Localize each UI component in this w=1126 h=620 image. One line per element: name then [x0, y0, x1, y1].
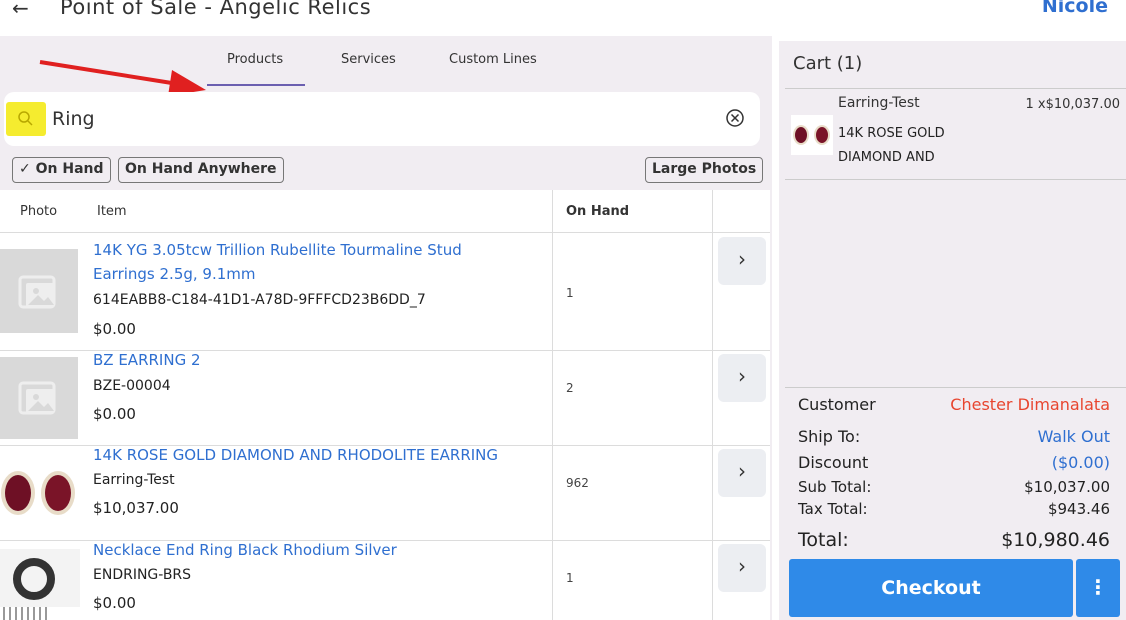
table-row[interactable]: 14K ROSE GOLD DIAMOND AND RHODOLITE EARR…	[0, 446, 770, 540]
clear-search-icon[interactable]	[722, 105, 748, 131]
column-header-on-hand[interactable]: On Hand	[566, 190, 629, 232]
cart-panel: Cart (1) Earring-Test 1 x$10,037.00 14K …	[779, 41, 1126, 620]
on-hand-count: 962	[566, 476, 589, 490]
app-header: ← Point of Sale - Angelic Relics Nicole	[0, 0, 1126, 36]
divider	[785, 387, 1126, 388]
customer-link[interactable]: Chester Dimanalata	[950, 395, 1110, 414]
check-icon: ✓	[19, 161, 31, 177]
product-price: $0.00	[93, 594, 136, 612]
end-ring-photo	[0, 549, 80, 620]
more-options-icon[interactable]: ⋮	[1076, 559, 1120, 617]
search-icon[interactable]	[6, 102, 46, 136]
user-name-link[interactable]: Nicole	[1042, 0, 1108, 17]
total-label: Total:	[798, 529, 849, 551]
chevron-right-icon[interactable]: ›	[718, 354, 766, 402]
subtotal-label: Sub Total:	[798, 478, 872, 496]
product-price: $0.00	[93, 405, 136, 423]
column-header-item: Item	[97, 204, 127, 219]
cart-item-qty-price: 1 x$10,037.00	[1025, 97, 1120, 112]
customer-label: Customer	[798, 395, 876, 414]
product-price: $0.00	[93, 320, 136, 338]
ship-to-link[interactable]: Walk Out	[1038, 427, 1110, 446]
on-hand-count: 1	[566, 286, 574, 300]
active-tab-indicator	[207, 84, 305, 86]
tax-total-value: $943.46	[1047, 500, 1110, 518]
product-sku: Earring-Test	[93, 472, 175, 488]
tax-total-label: Tax Total:	[798, 500, 868, 518]
tab-products[interactable]: Products	[227, 52, 283, 67]
product-name-link[interactable]: 14K ROSE GOLD DIAMOND AND RHODOLITE EARR…	[93, 443, 533, 467]
large-photos-toggle[interactable]: Large Photos	[645, 157, 764, 183]
on-hand-filter-chip[interactable]: ✓ On Hand	[12, 157, 111, 183]
product-sku: 614EABB8-C184-41D1-A78D-9FFFCD23B6DD_7	[93, 292, 426, 308]
discount-link[interactable]: ($0.00)	[1052, 453, 1110, 472]
search-bar	[4, 92, 760, 146]
cart-title: Cart (1)	[793, 53, 863, 74]
tab-bar: Products Services Custom Lines	[0, 36, 772, 96]
on-hand-count: 2	[566, 381, 574, 395]
column-header-photo: Photo	[20, 204, 58, 219]
product-table: Photo Item On Hand 14K YG 3.05tcw Trilli…	[0, 190, 770, 620]
table-row[interactable]: BZ EARRING 2 BZE-00004 $0.00 2 ›	[0, 351, 770, 445]
product-panel: Products Services Custom Lines ✓ On Hand…	[0, 36, 772, 620]
on-hand-anywhere-filter-chip[interactable]: On Hand Anywhere	[118, 157, 284, 183]
product-name-link[interactable]: 14K YG 3.05tcw Trillion Rubellite Tourma…	[93, 238, 533, 286]
subtotal-value: $10,037.00	[1024, 478, 1110, 496]
discount-label: Discount	[798, 453, 869, 472]
page-title: Point of Sale - Angelic Relics	[60, 0, 372, 19]
table-row[interactable]: 14K YG 3.05tcw Trillion Rubellite Tourma…	[0, 233, 770, 350]
cart-item-thumbnail	[791, 115, 833, 155]
table-row[interactable]: Necklace End Ring Black Rhodium Silver E…	[0, 541, 770, 620]
tab-services[interactable]: Services	[341, 52, 396, 67]
cart-item-description: 14K ROSE GOLD DIAMOND AND	[838, 126, 945, 165]
product-sku: BZE-00004	[93, 378, 171, 394]
product-price: $10,037.00	[93, 499, 179, 517]
back-arrow-icon[interactable]: ←	[12, 0, 29, 20]
product-name-link[interactable]: Necklace End Ring Black Rhodium Silver	[93, 538, 533, 562]
search-input[interactable]	[52, 103, 652, 135]
chevron-right-icon[interactable]: ›	[718, 449, 766, 497]
earring-photo	[0, 460, 80, 526]
product-name-link[interactable]: BZ EARRING 2	[93, 348, 533, 372]
checkout-button[interactable]: Checkout	[789, 559, 1073, 617]
on-hand-filter-label: On Hand	[35, 161, 104, 177]
tab-custom-lines[interactable]: Custom Lines	[449, 52, 537, 67]
image-placeholder-icon	[0, 249, 78, 333]
on-hand-count: 1	[566, 571, 574, 585]
image-placeholder-icon	[0, 357, 78, 439]
chevron-right-icon[interactable]: ›	[718, 237, 766, 285]
cart-item-name: Earring-Test	[838, 95, 920, 111]
product-sku: ENDRING-BRS	[93, 567, 192, 583]
chevron-right-icon[interactable]: ›	[718, 544, 766, 592]
ship-to-label: Ship To:	[798, 427, 861, 446]
total-value: $10,980.46	[1001, 529, 1110, 551]
cart-line-item[interactable]: Earring-Test 1 x$10,037.00 14K ROSE GOLD…	[785, 88, 1126, 180]
